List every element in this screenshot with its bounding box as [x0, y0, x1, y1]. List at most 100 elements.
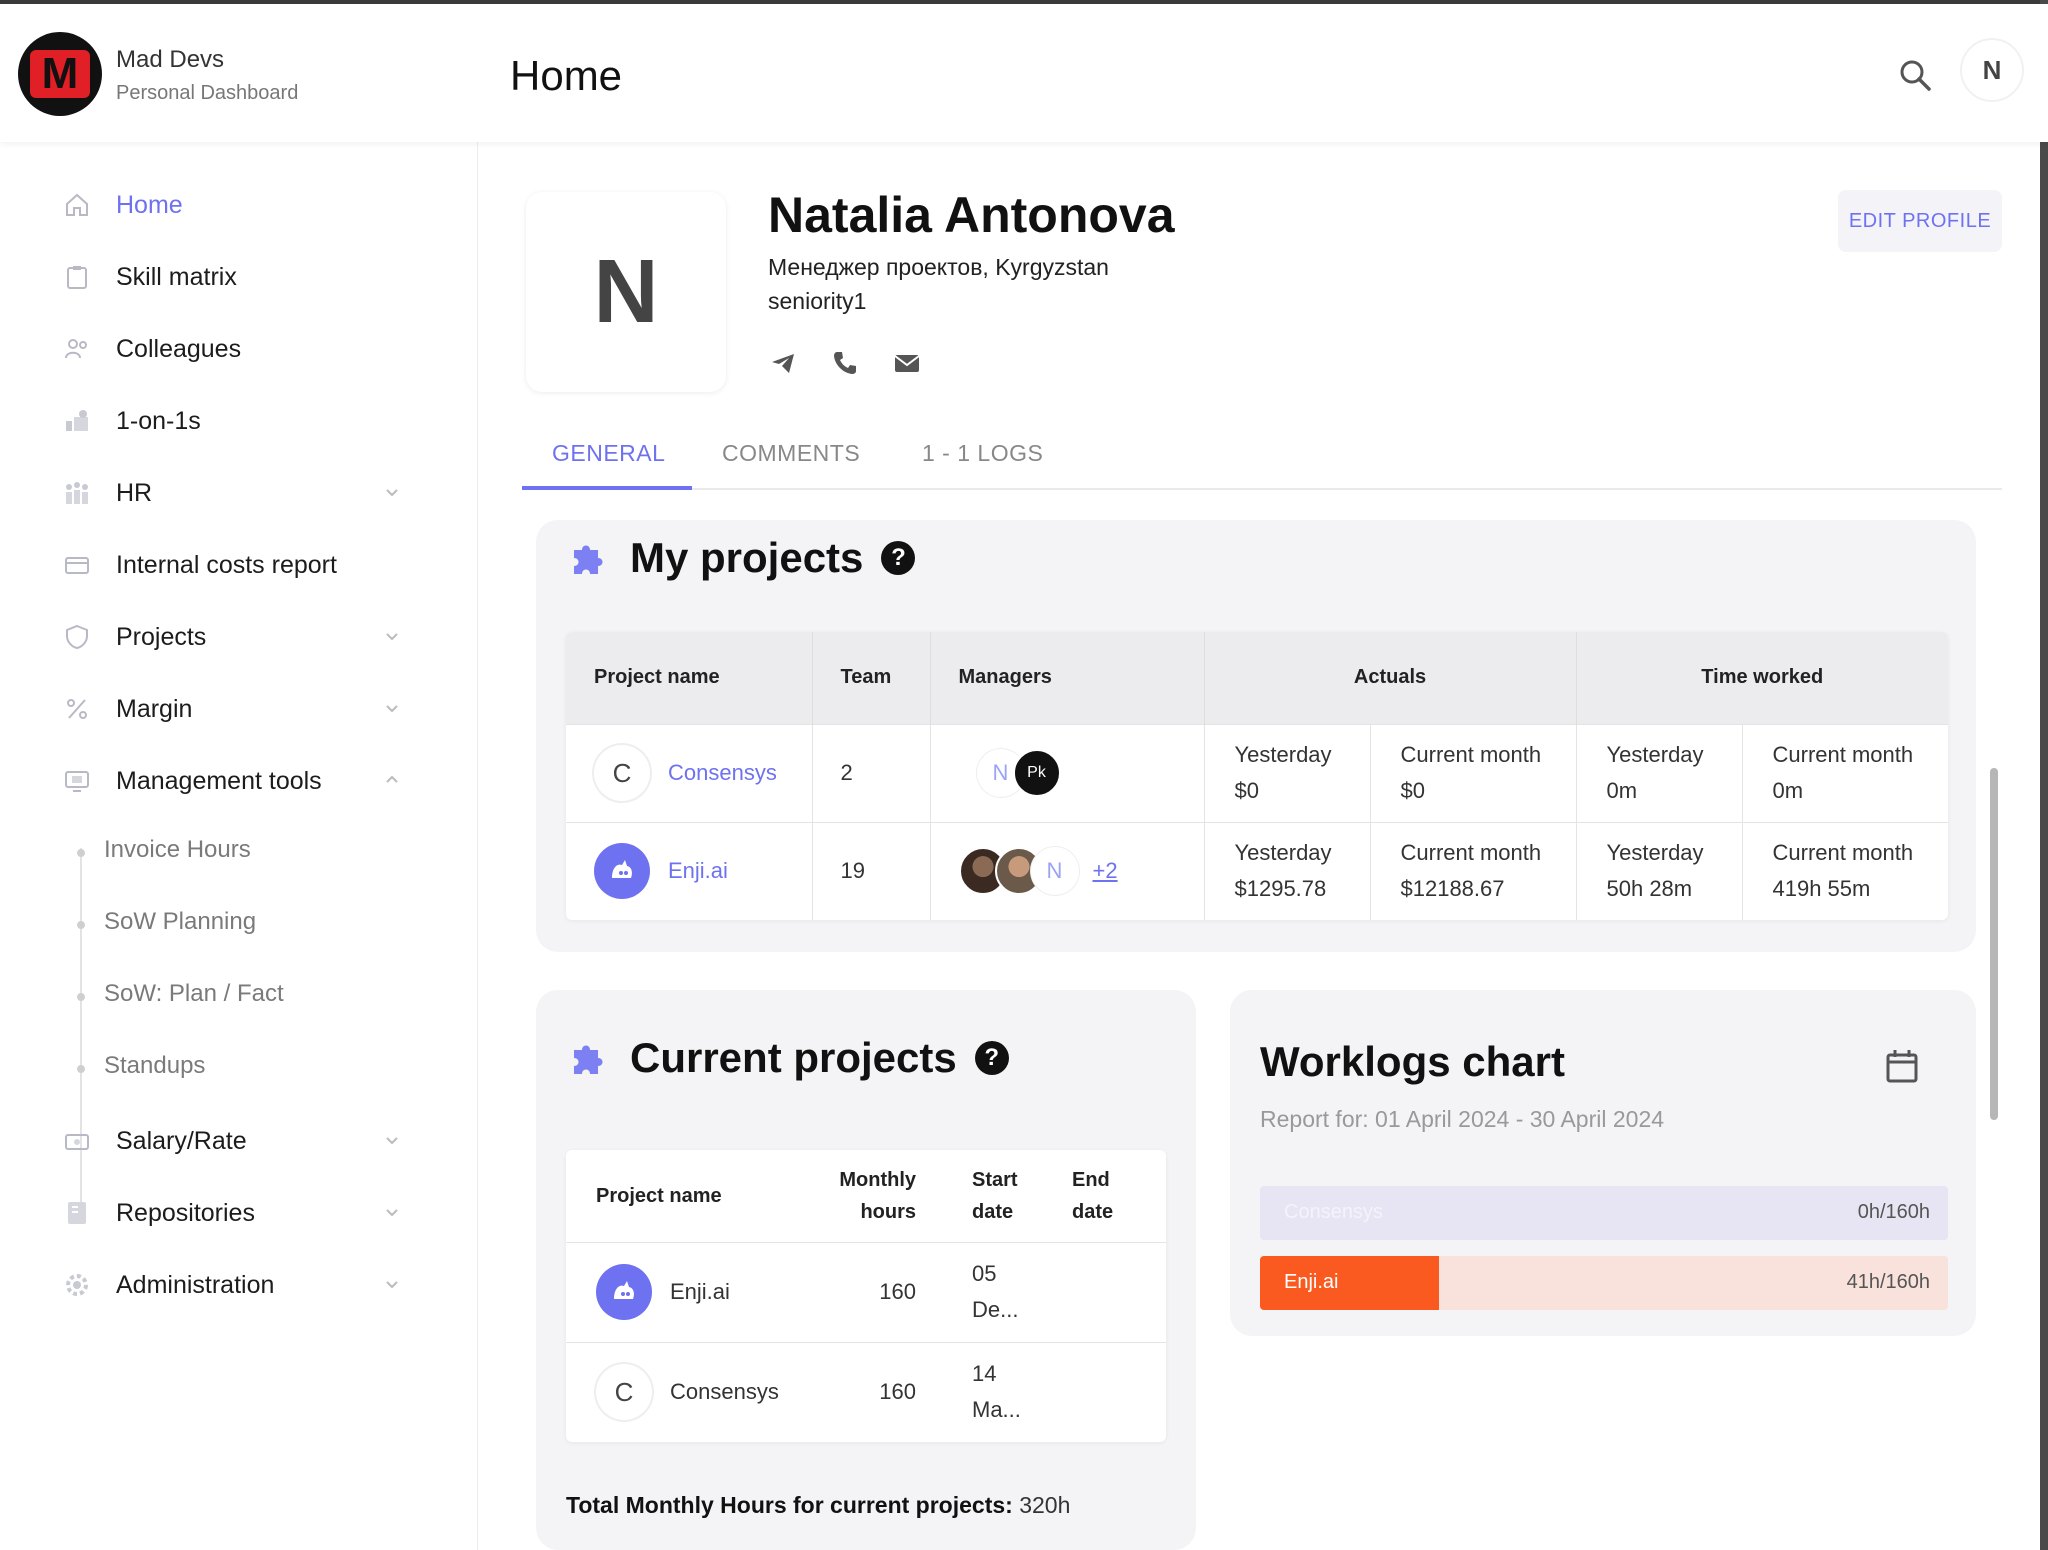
help-icon[interactable]: ? — [881, 541, 916, 575]
hr-icon — [62, 478, 92, 508]
project-name[interactable]: Consensys — [670, 1374, 779, 1410]
manager-avatar[interactable]: Pk — [1012, 749, 1061, 797]
sidebar-item-salary-rate[interactable]: Salary/Rate — [62, 1116, 402, 1166]
submenu-dot — [77, 1065, 85, 1073]
worklog-bar-label: Consensys — [1284, 1201, 1383, 1223]
app-header: M Mad Devs Personal Dashboard Home N — [0, 4, 2048, 142]
cell-value: $0 — [1234, 778, 1259, 803]
search-icon[interactable] — [1896, 56, 1936, 96]
people-icon — [62, 334, 92, 364]
col-project-name[interactable]: Project name — [566, 1150, 802, 1242]
page-title: Home — [510, 52, 623, 99]
project-cell: Enji.ai — [566, 1241, 802, 1342]
card-icon — [62, 550, 92, 580]
mad-devs-logo[interactable]: M — [18, 32, 102, 116]
col-monthly-hours[interactable]: Monthly hours — [802, 1150, 932, 1242]
col-end-date[interactable]: End date — [1042, 1150, 1166, 1242]
sidebar-item-skill-matrix[interactable]: Skill matrix — [62, 252, 402, 302]
telegram-icon[interactable] — [768, 348, 798, 378]
brand-subtitle: Personal Dashboard — [116, 82, 299, 104]
col-team[interactable]: Team — [812, 632, 931, 724]
sidebar-item-margin[interactable]: Margin — [62, 684, 402, 734]
cell-label: Current month — [1400, 840, 1542, 866]
time-yesterday-cell: Yesterday 50h 28m — [1576, 821, 1743, 920]
cell-label: Current month — [1772, 840, 1914, 866]
sidebar-item-label: 1-on-1s — [116, 406, 201, 435]
total-label: Total Monthly Hours for current projects… — [566, 1492, 1013, 1518]
gear-icon — [62, 1270, 92, 1300]
chevron-down-icon — [382, 626, 402, 646]
project-link-consensys[interactable]: Consensys — [668, 760, 777, 786]
active-tab-indicator — [522, 486, 692, 490]
chevron-down-icon — [382, 1202, 402, 1222]
worklog-bar-label: Enji.ai — [1284, 1271, 1339, 1293]
sidebar-item-label: Salary/Rate — [116, 1126, 247, 1155]
percent-icon — [62, 694, 92, 724]
col-time-worked: Time worked — [1576, 632, 1948, 724]
project-cell: C Consensys — [566, 723, 813, 822]
profile-name: Natalia Antonova — [768, 187, 1175, 243]
table-row: Enji.ai 19 N +2 Yesterday $1295.78 Curren — [566, 821, 1948, 920]
handshake-icon — [62, 406, 92, 436]
tab-comments[interactable]: COMMENTS — [722, 440, 860, 467]
help-icon[interactable]: ? — [974, 1041, 1009, 1075]
submenu-item-invoice-hours[interactable]: Invoice Hours — [104, 836, 251, 864]
current-projects-title: Current projects — [630, 1034, 957, 1081]
submenu-item-standups[interactable]: Standups — [104, 1052, 205, 1080]
sidebar-item-colleagues[interactable]: Colleagues — [62, 324, 402, 374]
time-yesterday-cell: Yesterday 0m — [1576, 723, 1743, 822]
edit-profile-button[interactable]: EDIT PROFILE — [1838, 190, 2002, 252]
monitor-icon — [62, 766, 92, 796]
submenu-item-sow-planning[interactable]: SoW Planning — [104, 908, 256, 936]
brand-name: Mad Devs — [116, 46, 225, 73]
puzzle-icon — [568, 1036, 612, 1080]
header-line: End — [1072, 1168, 1110, 1191]
chevron-down-icon — [382, 698, 402, 718]
project-name[interactable]: Enji.ai — [670, 1274, 730, 1310]
sidebar-item-repositories[interactable]: Repositories — [62, 1188, 402, 1238]
scrollbar-thumb[interactable] — [1990, 768, 1998, 1120]
sidebar-item-label: Management tools — [116, 766, 322, 795]
mail-icon[interactable] — [892, 348, 922, 378]
user-avatar-button[interactable]: N — [1962, 40, 2022, 100]
profile-role: Менеджер проектов, Kyrgyzstan — [768, 254, 1109, 280]
calendar-icon[interactable] — [1882, 1046, 1922, 1086]
actuals-month-cell: Current month $0 — [1370, 723, 1577, 822]
cell-label: Yesterday — [1234, 840, 1332, 866]
cell-value: 0m — [1606, 778, 1638, 803]
sidebar-item-administration[interactable]: Administration — [62, 1260, 402, 1310]
cash-icon — [62, 1126, 92, 1156]
tab-general[interactable]: GENERAL — [552, 440, 665, 467]
col-managers[interactable]: Managers — [930, 632, 1205, 724]
worklog-bar-consensys[interactable]: Consensys 0h/160h — [1260, 1186, 1948, 1240]
col-start-date[interactable]: Start date — [932, 1150, 1042, 1242]
current-projects-card: Current projects ? Project name Monthly h… — [536, 990, 1196, 1550]
sidebar-item-management-tools[interactable]: Management tools — [62, 756, 402, 806]
worklog-bar-enji[interactable]: Enji.ai 41h/160h — [1260, 1256, 1948, 1310]
sidebar-item-projects[interactable]: Projects — [62, 612, 402, 662]
cell-line: De... — [972, 1297, 1019, 1322]
sidebar-item-home[interactable]: Home — [62, 180, 402, 230]
phone-icon[interactable] — [830, 348, 860, 378]
worklogs-title: Worklogs chart — [1260, 1038, 1565, 1085]
window-right-edge — [2040, 0, 2048, 1550]
hours-cell: 160 — [802, 1341, 932, 1442]
actuals-yesterday-cell: Yesterday $1295.78 — [1204, 821, 1371, 920]
repo-icon — [62, 1198, 92, 1228]
sidebar-item-internal-costs-report[interactable]: Internal costs report — [62, 540, 402, 590]
col-project-name[interactable]: Project name — [566, 632, 813, 724]
start-date-cell: 05 De... — [932, 1241, 1042, 1342]
worklog-bar-value: 0h/160h — [1857, 1201, 1930, 1223]
tab-1-1-logs[interactable]: 1 - 1 LOGS — [922, 440, 1043, 467]
project-link-enji[interactable]: Enji.ai — [668, 858, 728, 884]
chevron-down-icon — [382, 1274, 402, 1294]
manager-avatar[interactable]: N — [1030, 847, 1079, 896]
submenu-item-sow-plan-fact[interactable]: SoW: Plan / Fact — [104, 980, 284, 1008]
cell-value: $0 — [1400, 778, 1425, 803]
shield-icon — [62, 622, 92, 652]
sidebar-item-hr[interactable]: HR — [62, 468, 402, 518]
end-date-cell — [1042, 1241, 1166, 1342]
sidebar-item-1-on-1s[interactable]: 1-on-1s — [62, 396, 402, 446]
more-managers-link[interactable]: +2 — [1093, 858, 1118, 884]
puzzle-icon — [568, 536, 612, 580]
